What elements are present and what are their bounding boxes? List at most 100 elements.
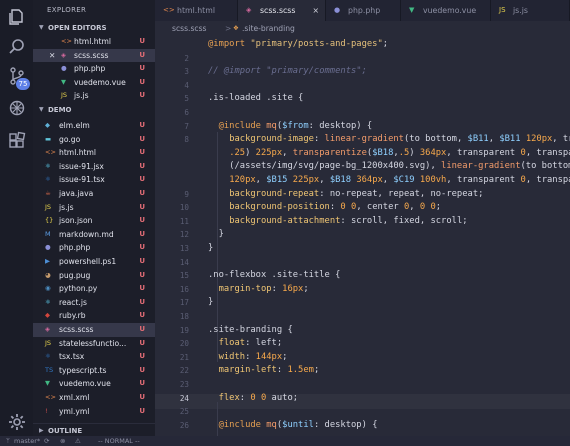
code-line[interactable]: background-image: linear-gradient(to bot… bbox=[208, 133, 570, 147]
code-line[interactable]: background-attachment: scroll, fixed, sc… bbox=[208, 215, 467, 229]
demo-folder-header[interactable]: ▼ DEMO bbox=[33, 103, 155, 117]
code-line[interactable]: @include mq($from: desktop) { bbox=[208, 120, 373, 134]
demo-file-item[interactable]: ▬ go.go U bbox=[33, 133, 155, 147]
open-editor-item[interactable]: ● php.php U bbox=[33, 62, 155, 76]
line-number: 15 bbox=[179, 271, 189, 281]
settings-icon[interactable] bbox=[7, 412, 27, 432]
code-line[interactable]: @include mq($until: desktop) { bbox=[208, 419, 378, 433]
open-editor-item[interactable]: ▼ vuedemo.vue U bbox=[33, 76, 155, 90]
tab-scss-scss[interactable]: ◈ scss.scss × bbox=[238, 0, 326, 21]
file-type-icon: ◆ bbox=[45, 121, 50, 129]
file-type-icon: ● bbox=[334, 6, 341, 14]
file-type-icon: {} bbox=[45, 216, 54, 225]
code-line[interactable]: @import "primary/posts-and-pages"; bbox=[208, 38, 388, 52]
demo-file-item[interactable]: ▶ powershell.ps1 U bbox=[33, 255, 155, 269]
code-line[interactable]: .is-loaded .site { bbox=[208, 92, 303, 106]
line-number: 21 bbox=[179, 352, 189, 362]
file-type-icon: ● bbox=[61, 64, 67, 73]
sync-icon[interactable]: ⟳ bbox=[44, 436, 49, 446]
demo-file-item[interactable]: TS typescript.ts U bbox=[33, 364, 155, 378]
demo-file-item[interactable]: ☕ java.java U bbox=[33, 187, 155, 201]
demo-file-item[interactable]: ⚛ issue-91.jsx U bbox=[33, 160, 155, 174]
git-branch[interactable]: master* bbox=[14, 436, 40, 446]
line-number: 2 bbox=[184, 53, 189, 63]
code-line[interactable]: } bbox=[208, 228, 224, 242]
open-editor-item[interactable]: JS js.js U bbox=[33, 89, 155, 103]
demo-file-item[interactable]: <> html.html U bbox=[33, 146, 155, 160]
demo-file-item[interactable]: <> xml.xml U bbox=[33, 391, 155, 405]
demo-file-item[interactable]: Mmarkdown.md U bbox=[33, 228, 155, 242]
tab-vuedemo-vue[interactable]: ▼ vuedemo.vue bbox=[401, 0, 491, 21]
errors-icon[interactable]: ⊗ bbox=[60, 436, 65, 446]
code-line[interactable]: flex: 0 0 auto; bbox=[208, 392, 298, 406]
demo-file-item[interactable]: ◕ pug.pug U bbox=[33, 269, 155, 283]
code-line[interactable]: // @import "primary/comments"; bbox=[208, 65, 367, 79]
line-number: 14 bbox=[179, 257, 189, 267]
code-line[interactable]: .no-flexbox .site-title { bbox=[208, 269, 340, 283]
breadcrumb-separator: > bbox=[225, 24, 232, 33]
code-line[interactable]: background-position: 0 0, center 0, 0 0; bbox=[208, 201, 441, 215]
demo-file-item[interactable]: ◆ elm.elm U bbox=[33, 119, 155, 133]
open-editor-item[interactable]: <> html.html U bbox=[33, 35, 155, 49]
search-icon[interactable] bbox=[7, 37, 27, 57]
file-type-icon: JS bbox=[499, 6, 506, 14]
demo-file-item[interactable]: JS js.js U bbox=[33, 201, 155, 215]
demo-file-item[interactable]: ● php.php U bbox=[33, 241, 155, 255]
code-line[interactable]: margin-left: 1.5em; bbox=[208, 364, 320, 378]
demo-file-item[interactable]: JS statelessfunctio... U bbox=[33, 337, 155, 351]
git-status-untracked: U bbox=[139, 121, 145, 129]
file-name: vuedemo.vue bbox=[74, 77, 126, 87]
git-status-untracked: U bbox=[139, 270, 145, 279]
line-number: 4 bbox=[184, 80, 189, 90]
debug-icon[interactable] bbox=[7, 98, 27, 118]
line-number: 12 bbox=[179, 230, 189, 240]
demo-file-item[interactable]: {} json.json U bbox=[33, 214, 155, 228]
code-line[interactable]: .site-branding { bbox=[208, 324, 293, 338]
demo-file-item[interactable]: ⚛ react.js U bbox=[33, 296, 155, 310]
tab-js-js[interactable]: JS js.js bbox=[491, 0, 570, 21]
tab-php-php[interactable]: ● php.php bbox=[326, 0, 401, 21]
file-name: elm.elm bbox=[59, 121, 90, 130]
open-editors-section-header[interactable]: ▼ OPEN EDITORS bbox=[33, 21, 155, 35]
code-line[interactable]: margin-top: 16px; bbox=[208, 283, 309, 297]
demo-file-item[interactable]: ◈ scss.scss U bbox=[33, 323, 155, 337]
code-line[interactable]: } bbox=[208, 296, 213, 310]
file-name: ruby.rb bbox=[59, 311, 86, 321]
file-name: php.php bbox=[74, 64, 106, 74]
demo-file-item[interactable]: ! yml.yml U bbox=[33, 405, 155, 419]
demo-file-item[interactable]: ◉ python.py U bbox=[33, 282, 155, 296]
warnings-icon[interactable]: ⚠ bbox=[75, 436, 81, 446]
file-type-icon: ◕ bbox=[45, 270, 51, 279]
demo-file-item[interactable]: ⚛ issue-91.tsx U bbox=[33, 173, 155, 187]
file-name: react.js bbox=[59, 297, 87, 307]
close-tab-icon[interactable]: × bbox=[312, 0, 319, 21]
demo-file-item[interactable]: ◆ ruby.rb U bbox=[33, 309, 155, 323]
code-line[interactable]: .25) 225px, transparentize($B18,.5) 364p… bbox=[208, 147, 570, 161]
code-line[interactable]: (/assets/img/svg/page-bg_1200x400.svg), … bbox=[208, 160, 570, 174]
breadcrumb-file[interactable]: scss.scss bbox=[172, 21, 207, 36]
line-number: 11 bbox=[179, 216, 189, 226]
line-number: 6 bbox=[184, 108, 189, 117]
extensions-icon[interactable] bbox=[7, 130, 27, 150]
code-line[interactable]: 120px, $B15 225px, $B18 364px, $C19 100v… bbox=[208, 174, 570, 188]
code-line[interactable]: width: 144px; bbox=[208, 351, 288, 365]
breadcrumb-symbol[interactable]: .site-branding bbox=[242, 21, 295, 36]
open-editor-item[interactable]: ✕ ◈ scss.scss U bbox=[33, 48, 155, 63]
tab-html-html[interactable]: <> html.html bbox=[155, 0, 238, 21]
code-line[interactable]: } bbox=[208, 242, 213, 256]
activity-bar: 75 bbox=[0, 0, 33, 446]
files-icon[interactable] bbox=[7, 7, 27, 27]
git-status-untracked: U bbox=[139, 202, 145, 211]
code-line[interactable]: float: left; bbox=[208, 337, 283, 351]
file-type-icon: JS bbox=[61, 91, 68, 100]
line-number: 13 bbox=[179, 244, 189, 253]
code-editor[interactable]: @import "primary/posts-and-pages"; 2 3// @… bbox=[155, 36, 570, 436]
line-number: 16 bbox=[179, 284, 189, 294]
outline-section-header[interactable]: ▶ OUTLINE bbox=[33, 423, 155, 437]
line-number: 10 bbox=[179, 203, 189, 213]
demo-file-item[interactable]: ⚛ tsx.tsx U bbox=[33, 350, 155, 364]
demo-file-item[interactable]: ▼ vuedemo.vue U bbox=[33, 377, 155, 391]
code-line[interactable]: background-repeat: no-repeat, repeat, no… bbox=[208, 188, 483, 202]
explorer-title: EXPLORER bbox=[47, 6, 87, 14]
close-icon[interactable]: ✕ bbox=[49, 49, 55, 63]
